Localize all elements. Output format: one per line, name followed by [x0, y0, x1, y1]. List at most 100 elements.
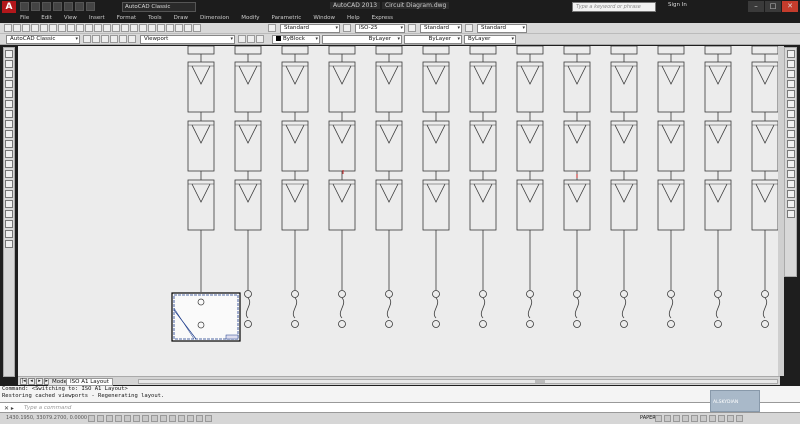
quick-view-drawings-icon[interactable] — [664, 415, 671, 422]
markup-icon[interactable] — [184, 24, 192, 32]
steering-wheel-icon[interactable] — [691, 415, 698, 422]
arc-icon[interactable] — [5, 100, 13, 108]
print-icon[interactable] — [31, 24, 39, 32]
cut-icon[interactable] — [58, 24, 66, 32]
zoom-status-icon[interactable] — [682, 415, 689, 422]
polar-tracking-icon[interactable] — [115, 415, 122, 422]
horizontal-scrollbar[interactable] — [138, 379, 778, 384]
annotation-monitor-icon[interactable] — [205, 415, 212, 422]
layer-previous-icon[interactable] — [247, 35, 255, 43]
menu-file[interactable]: File — [20, 14, 29, 23]
zoom-previous-icon[interactable] — [139, 24, 147, 32]
polyline-icon[interactable] — [5, 70, 13, 78]
table-style-icon[interactable] — [408, 24, 416, 32]
hatch-icon[interactable] — [5, 190, 13, 198]
table-style-dropdown[interactable]: Standard — [420, 24, 462, 33]
grid-display-icon[interactable] — [97, 415, 104, 422]
menu-window[interactable]: Window — [313, 14, 335, 23]
close-command-line-icon[interactable]: ✕ ▸ — [4, 405, 14, 412]
menu-dimension[interactable]: Dimension — [200, 14, 229, 23]
extend-icon[interactable] — [786, 150, 795, 158]
table-icon[interactable] — [5, 220, 13, 228]
dynamic-ucs-icon[interactable] — [151, 415, 158, 422]
autocad-logo-button[interactable]: A — [2, 1, 16, 13]
erase-icon[interactable] — [786, 50, 795, 58]
layer-dropdown[interactable]: Viewport — [140, 35, 235, 44]
workspace-dropdown[interactable]: AutoCAD Classic — [122, 2, 196, 12]
polygon-icon[interactable] — [5, 80, 13, 88]
command-input[interactable]: Type a command — [24, 405, 71, 411]
chamfer-icon[interactable] — [786, 190, 795, 198]
text-style-dropdown[interactable]: Standard — [280, 24, 340, 33]
pan-status-icon[interactable] — [673, 415, 680, 422]
object-snap-icon[interactable] — [124, 415, 131, 422]
menu-help[interactable]: Help — [347, 14, 360, 23]
open-file-icon[interactable] — [13, 24, 21, 32]
maximize-button[interactable]: □ — [765, 1, 781, 12]
rectangle-icon[interactable] — [5, 90, 13, 98]
quick-calc-icon[interactable] — [193, 24, 201, 32]
mleader-style-dropdown[interactable]: Standard — [477, 24, 527, 33]
plot-icon[interactable] — [64, 2, 73, 11]
quick-view-layouts-icon[interactable] — [655, 415, 662, 422]
tool-palettes-icon[interactable] — [166, 24, 174, 32]
break-icon[interactable] — [786, 170, 795, 178]
color-dropdown[interactable]: ByBlock — [272, 35, 320, 44]
pan-icon[interactable] — [112, 24, 120, 32]
maximize-viewport-icon[interactable] — [709, 415, 716, 422]
menu-format[interactable]: Format — [117, 14, 136, 23]
workspace-settings-icon[interactable] — [83, 35, 91, 43]
layer-properties-icon[interactable] — [92, 35, 100, 43]
make-block-icon[interactable] — [5, 170, 13, 178]
dynamic-input-icon[interactable] — [160, 415, 167, 422]
showmotion-icon[interactable] — [700, 415, 707, 422]
publish-icon[interactable] — [49, 24, 57, 32]
preview-icon[interactable] — [40, 24, 48, 32]
clean-screen-icon[interactable] — [736, 415, 743, 422]
paper-space-toggle[interactable]: PAPER — [640, 415, 656, 421]
mirror-icon[interactable] — [786, 70, 795, 78]
paste-icon[interactable] — [76, 24, 84, 32]
next-tab-arrow-icon[interactable]: ▸ — [36, 378, 43, 385]
snap-mode-icon[interactable] — [88, 415, 95, 422]
object-snap-tracking-icon[interactable] — [142, 415, 149, 422]
3d-object-snap-icon[interactable] — [133, 415, 140, 422]
help-search-input[interactable]: Type a keyword or phrase — [572, 2, 656, 12]
zoom-realtime-icon[interactable] — [121, 24, 129, 32]
fillet-icon[interactable] — [786, 200, 795, 208]
lineweight-dropdown[interactable]: ByLayer — [404, 35, 462, 44]
sheet-set-icon[interactable] — [175, 24, 183, 32]
open-icon[interactable] — [31, 2, 40, 11]
layer-state-icon[interactable] — [256, 35, 264, 43]
redo-icon[interactable] — [86, 2, 95, 11]
explode-icon[interactable] — [786, 210, 795, 218]
undo-icon[interactable] — [75, 2, 84, 11]
make-current-icon[interactable] — [238, 35, 246, 43]
workspace-switching-icon[interactable] — [718, 415, 725, 422]
drawing-area[interactable] — [18, 46, 778, 376]
selection-cycling-icon[interactable] — [196, 415, 203, 422]
close-button[interactable]: ✕ — [782, 1, 798, 12]
color-square-icon[interactable] — [128, 35, 136, 43]
sun-icon[interactable] — [110, 35, 118, 43]
lightbulb-icon[interactable] — [101, 35, 109, 43]
properties-icon[interactable] — [148, 24, 156, 32]
linetype-dropdown[interactable]: ByLayer — [322, 35, 402, 44]
save-as-icon[interactable] — [53, 2, 62, 11]
scale-icon[interactable] — [786, 120, 795, 128]
mleader-style-icon[interactable] — [465, 24, 473, 32]
save-icon[interactable] — [42, 2, 51, 11]
text-style-icon[interactable] — [268, 24, 276, 32]
array-icon[interactable] — [786, 90, 795, 98]
stretch-icon[interactable] — [786, 130, 795, 138]
menu-edit[interactable]: Edit — [41, 14, 52, 23]
menu-express[interactable]: Express — [372, 14, 393, 23]
design-center-icon[interactable] — [157, 24, 165, 32]
match-properties-icon[interactable] — [85, 24, 93, 32]
sign-in-link[interactable]: Sign In — [668, 2, 687, 8]
rotate-icon[interactable] — [786, 110, 795, 118]
revision-cloud-icon[interactable] — [5, 120, 13, 128]
lock-toolbar-icon[interactable] — [727, 415, 734, 422]
ellipse-icon[interactable] — [5, 140, 13, 148]
qnew-icon[interactable] — [4, 24, 12, 32]
